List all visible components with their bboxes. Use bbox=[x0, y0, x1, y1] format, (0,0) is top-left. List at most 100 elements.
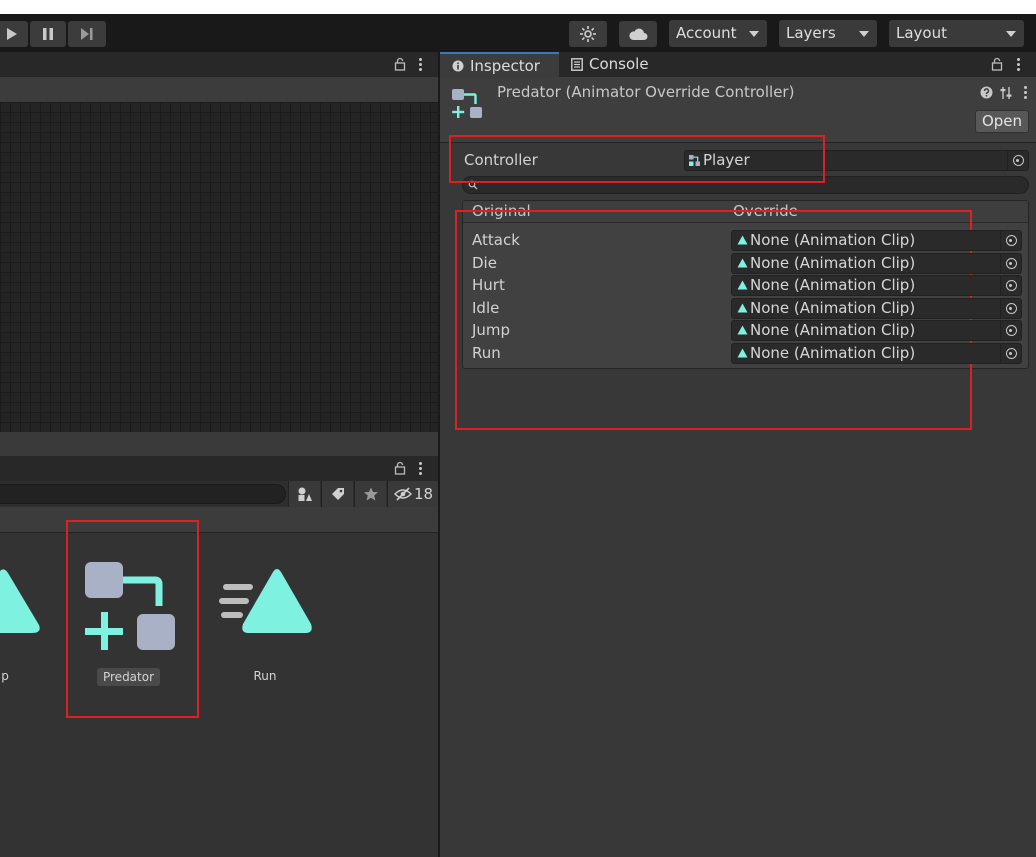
override-clip-value: None (Animation Clip) bbox=[750, 231, 916, 249]
search-by-label-button[interactable] bbox=[321, 481, 353, 507]
chevron-down-icon bbox=[1006, 31, 1016, 37]
override-clip-field[interactable]: None (Animation Clip) bbox=[731, 343, 1022, 364]
play-icon bbox=[7, 28, 17, 40]
tab-console-label: Console bbox=[589, 55, 649, 73]
layers-dropdown[interactable]: Layers bbox=[779, 20, 877, 47]
more-options-icon[interactable] bbox=[419, 58, 422, 71]
object-picker-button[interactable] bbox=[1000, 299, 1021, 318]
star-icon bbox=[363, 487, 378, 501]
animation-clip-icon bbox=[737, 325, 748, 335]
animation-clip-icon bbox=[737, 348, 748, 358]
play-button[interactable] bbox=[0, 21, 28, 47]
inspector-tab-bar: Inspector Console bbox=[440, 52, 1036, 77]
layers-label: Layers bbox=[786, 24, 836, 42]
asset-label-jump: p bbox=[1, 669, 9, 683]
animation-clip-icon bbox=[737, 280, 748, 290]
cloud-icon bbox=[629, 28, 648, 40]
target-icon bbox=[1005, 258, 1017, 269]
highlight-box-predator-asset bbox=[66, 520, 199, 718]
override-clip-field[interactable]: None (Animation Clip) bbox=[731, 275, 1022, 296]
asset-label-run: Run bbox=[253, 669, 277, 683]
chevron-down-icon bbox=[749, 31, 759, 37]
open-button[interactable]: Open bbox=[975, 110, 1029, 133]
animator-panel-footer bbox=[0, 432, 438, 456]
row-original-label: Attack bbox=[472, 231, 520, 249]
asset-run[interactable] bbox=[219, 566, 313, 636]
target-icon bbox=[1005, 325, 1017, 336]
step-icon bbox=[81, 28, 93, 40]
override-clip-value: None (Animation Clip) bbox=[750, 276, 916, 294]
override-clip-value: None (Animation Clip) bbox=[750, 299, 916, 317]
top-white-strip bbox=[0, 0, 1036, 14]
hidden-count: 18 bbox=[414, 485, 434, 503]
animator-panel-subheader bbox=[0, 77, 438, 102]
override-clip-field[interactable]: None (Animation Clip) bbox=[731, 230, 1022, 251]
target-icon bbox=[1005, 235, 1017, 246]
lock-icon[interactable] bbox=[991, 57, 1003, 71]
main-toolbar: Account Layers Layout bbox=[0, 14, 1036, 52]
override-clip-value: None (Animation Clip) bbox=[750, 321, 916, 339]
hidden-packages-button[interactable]: 18 bbox=[387, 481, 438, 507]
animator-graph-area[interactable] bbox=[0, 102, 438, 432]
chevron-down-icon bbox=[859, 31, 869, 37]
pause-button[interactable] bbox=[30, 21, 66, 47]
override-clip-field[interactable]: None (Animation Clip) bbox=[731, 320, 1022, 341]
more-options-icon[interactable] bbox=[419, 462, 422, 475]
preset-sliders-icon[interactable] bbox=[999, 86, 1013, 100]
account-label: Account bbox=[676, 24, 737, 42]
tab-inspector[interactable]: Inspector bbox=[440, 52, 559, 77]
layout-label: Layout bbox=[896, 24, 947, 42]
console-icon bbox=[571, 58, 583, 71]
layout-dropdown[interactable]: Layout bbox=[889, 20, 1024, 47]
row-original-label: Jump bbox=[472, 321, 511, 339]
inspector-title: Predator (Animator Override Controller) bbox=[497, 83, 795, 101]
step-button[interactable] bbox=[68, 21, 106, 47]
favorites-button[interactable] bbox=[354, 481, 386, 507]
lock-icon[interactable] bbox=[394, 461, 406, 475]
row-original-label: Idle bbox=[472, 299, 500, 317]
row-original-label: Run bbox=[472, 344, 501, 362]
services-button[interactable] bbox=[569, 21, 607, 47]
animator-override-controller-icon bbox=[452, 89, 482, 118]
row-original-label: Die bbox=[472, 254, 497, 272]
help-icon[interactable] bbox=[980, 86, 993, 99]
row-original-label: Hurt bbox=[472, 276, 505, 294]
target-icon bbox=[1005, 280, 1017, 291]
asset-jump[interactable] bbox=[0, 565, 40, 635]
override-clip-value: None (Animation Clip) bbox=[750, 254, 916, 272]
animation-clip-icon bbox=[0, 569, 40, 633]
tab-inspector-label: Inspector bbox=[470, 57, 540, 75]
object-picker-button[interactable] bbox=[1000, 231, 1021, 250]
override-clip-field[interactable]: None (Animation Clip) bbox=[731, 253, 1022, 274]
animation-clip-icon bbox=[737, 235, 748, 245]
project-panel-header bbox=[0, 456, 438, 481]
object-picker-button[interactable] bbox=[1000, 254, 1021, 273]
shapes-filter-icon bbox=[298, 487, 312, 501]
project-search-input[interactable] bbox=[0, 484, 286, 504]
info-icon bbox=[452, 60, 464, 72]
highlight-box-controller bbox=[449, 135, 825, 183]
lock-icon[interactable] bbox=[394, 57, 406, 71]
eye-slash-icon bbox=[394, 487, 412, 501]
object-picker-button[interactable] bbox=[1000, 276, 1021, 295]
target-icon bbox=[1005, 348, 1017, 359]
object-picker-button[interactable] bbox=[1007, 151, 1028, 170]
animation-clip-icon bbox=[737, 303, 748, 313]
animation-clip-icon bbox=[737, 258, 748, 268]
search-by-type-button[interactable] bbox=[288, 481, 320, 507]
animation-clip-icon bbox=[219, 569, 312, 633]
override-clip-field[interactable]: None (Animation Clip) bbox=[731, 298, 1022, 319]
target-icon bbox=[1005, 303, 1017, 314]
target-icon bbox=[1012, 155, 1024, 166]
account-dropdown[interactable]: Account bbox=[669, 20, 767, 47]
more-options-icon[interactable] bbox=[1017, 58, 1020, 71]
cloud-button[interactable] bbox=[619, 21, 657, 47]
inspector-body bbox=[440, 77, 1036, 857]
animator-panel-header bbox=[0, 52, 438, 77]
object-picker-button[interactable] bbox=[1000, 344, 1021, 363]
object-picker-button[interactable] bbox=[1000, 321, 1021, 340]
tab-console[interactable]: Console bbox=[559, 52, 659, 77]
services-gear-icon bbox=[580, 26, 596, 42]
override-clip-value: None (Animation Clip) bbox=[750, 344, 916, 362]
more-options-icon[interactable] bbox=[1024, 86, 1027, 99]
